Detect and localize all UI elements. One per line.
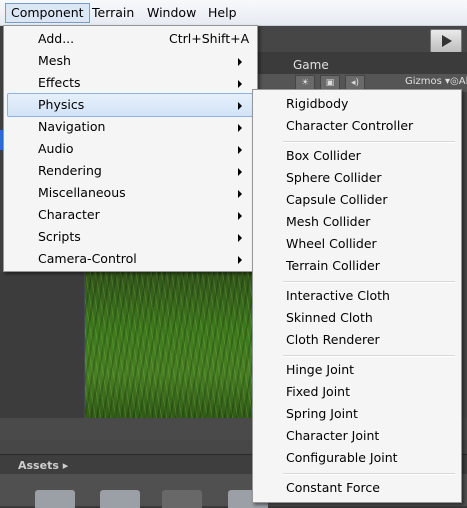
menu-item-rendering[interactable]: Rendering [8, 160, 252, 182]
menu-item-interactive-cloth[interactable]: Interactive Cloth [286, 285, 390, 307]
assets-breadcrumb[interactable]: Assets ▸ [18, 459, 68, 472]
gizmos-dropdown[interactable]: Gizmos ▾ [405, 76, 450, 87]
submenu-arrow-icon [238, 256, 242, 264]
menu-item-physics[interactable]: Physics [7, 93, 253, 117]
menu-item-label: Add... [38, 31, 75, 46]
menu-item-miscellaneous[interactable]: Miscellaneous [8, 182, 252, 204]
menu-item-label: Physics [38, 97, 85, 112]
menu-item-hinge-joint[interactable]: Hinge Joint [286, 359, 354, 381]
menu-item-wheel-collider[interactable]: Wheel Collider [286, 233, 377, 255]
menu-item-label: Mesh [38, 53, 71, 68]
submenu-arrow-icon [238, 212, 242, 220]
menu-item-label: Character [38, 207, 100, 222]
menu-item-mesh-collider[interactable]: Mesh Collider [286, 211, 370, 233]
menu-separator [283, 281, 455, 283]
submenu-arrow-icon [238, 58, 242, 66]
menu-separator [283, 355, 455, 357]
submenu-arrow-icon [238, 124, 242, 132]
menu-item-camera-control[interactable]: Camera-Control [8, 248, 252, 270]
menu-item-sphere-collider[interactable]: Sphere Collider [286, 167, 382, 189]
menu-item-label: Effects [38, 75, 81, 90]
menu-item-capsule-collider[interactable]: Capsule Collider [286, 189, 387, 211]
menu-item-label: Camera-Control [38, 251, 137, 266]
view-tabstrip [255, 52, 467, 74]
menu-item-terrain-collider[interactable]: Terrain Collider [286, 255, 380, 277]
menu-item-character-controller[interactable]: Character Controller [286, 115, 413, 137]
asset-item-icon[interactable] [162, 490, 202, 508]
folder-icon[interactable] [35, 490, 75, 508]
menu-window[interactable]: Window [142, 4, 201, 22]
menu-separator [283, 141, 455, 143]
menu-item-scripts[interactable]: Scripts [8, 226, 252, 248]
menu-item-cloth-renderer[interactable]: Cloth Renderer [286, 329, 380, 351]
scene-grass-view [85, 272, 255, 418]
tab-game[interactable]: Game [293, 58, 329, 72]
menu-item-add[interactable]: Add... Ctrl+Shift+A [8, 28, 252, 50]
submenu-arrow-icon [238, 190, 242, 198]
menu-separator [283, 473, 455, 475]
menu-item-box-collider[interactable]: Box Collider [286, 145, 361, 167]
menu-item-label: Navigation [38, 119, 106, 134]
search-all-field[interactable]: ◎All [450, 76, 467, 87]
submenu-arrow-icon [238, 168, 242, 176]
menu-item-label: Miscellaneous [38, 185, 126, 200]
menu-item-rigidbody[interactable]: Rigidbody [286, 93, 348, 115]
submenu-arrow-icon [238, 102, 242, 110]
menu-item-navigation[interactable]: Navigation [8, 116, 252, 138]
menu-item-audio[interactable]: Audio [8, 138, 252, 160]
submenu-arrow-icon [238, 234, 242, 242]
menu-terrain[interactable]: Terrain [87, 4, 139, 22]
menu-item-character-joint[interactable]: Character Joint [286, 425, 379, 447]
menu-item-configurable-joint[interactable]: Configurable Joint [286, 447, 398, 469]
physics-submenu: Rigidbody Character Controller Box Colli… [252, 89, 462, 503]
submenu-arrow-icon [238, 80, 242, 88]
menu-item-effects[interactable]: Effects [8, 72, 252, 94]
hierarchy-panel [0, 272, 84, 418]
menu-bar: Component Terrain Window Help [0, 0, 467, 26]
menu-item-constant-force[interactable]: Constant Force [286, 477, 380, 499]
menu-item-shortcut: Ctrl+Shift+A [169, 31, 250, 46]
menu-help[interactable]: Help [203, 4, 242, 22]
folder-icon[interactable] [100, 490, 140, 508]
menu-item-character[interactable]: Character [8, 204, 252, 226]
play-button[interactable] [430, 29, 462, 53]
menu-item-fixed-joint[interactable]: Fixed Joint [286, 381, 350, 403]
menu-component[interactable]: Component [5, 3, 90, 23]
submenu-arrow-icon [238, 146, 242, 154]
menu-item-label: Audio [38, 141, 74, 156]
component-menu: Add... Ctrl+Shift+A Mesh Effects Physics… [3, 25, 258, 272]
menu-item-label: Scripts [38, 229, 81, 244]
menu-item-label: Rendering [38, 163, 102, 178]
menu-item-spring-joint[interactable]: Spring Joint [286, 403, 358, 425]
menu-item-mesh[interactable]: Mesh [8, 50, 252, 72]
menu-item-skinned-cloth[interactable]: Skinned Cloth [286, 307, 373, 329]
